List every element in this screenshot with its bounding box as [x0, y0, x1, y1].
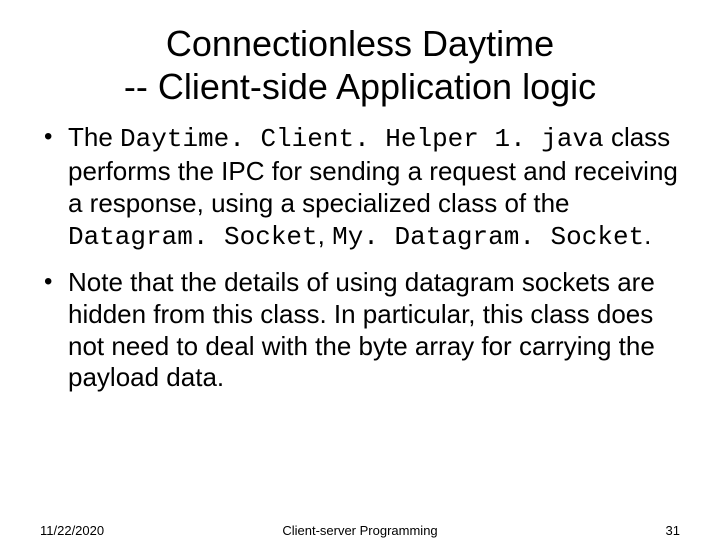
- bullet-list: The Daytime. Client. Helper 1. java clas…: [40, 122, 680, 394]
- bullet-text: Note that the details of using datagram …: [68, 267, 655, 392]
- code-text: Datagram. Socket: [68, 222, 318, 252]
- bullet-text: ,: [318, 220, 332, 250]
- title-line-1: Connectionless Daytime: [166, 23, 554, 64]
- footer-page-number: 31: [666, 523, 680, 538]
- bullet-item: Note that the details of using datagram …: [40, 267, 680, 394]
- footer-title: Client-server Programming: [0, 523, 720, 538]
- slide: Connectionless Daytime -- Client-side Ap…: [0, 22, 720, 540]
- code-text: My. Datagram. Socket: [332, 222, 644, 252]
- code-text: Daytime. Client. Helper 1. java: [120, 124, 604, 154]
- title-line-2: -- Client-side Application logic: [124, 66, 596, 107]
- bullet-item: The Daytime. Client. Helper 1. java clas…: [40, 122, 680, 253]
- bullet-text: .: [644, 220, 651, 250]
- slide-body: The Daytime. Client. Helper 1. java clas…: [40, 122, 680, 394]
- bullet-text: The: [68, 122, 120, 152]
- slide-title: Connectionless Daytime -- Client-side Ap…: [70, 22, 650, 108]
